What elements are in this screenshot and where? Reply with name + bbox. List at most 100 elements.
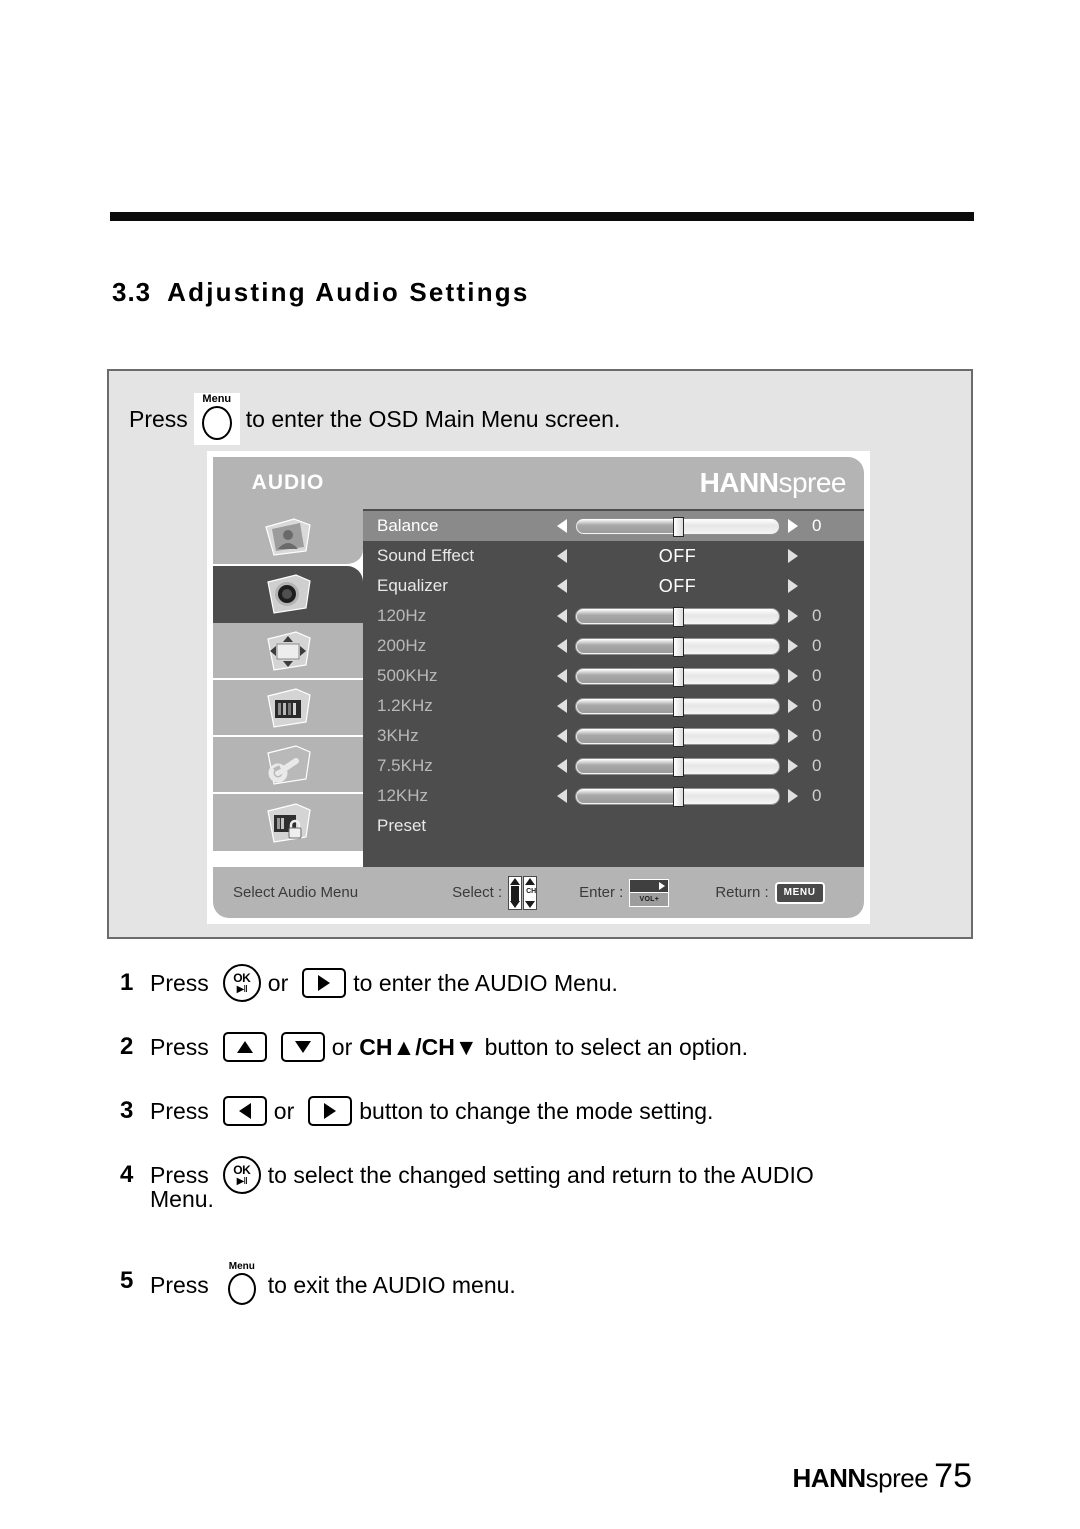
osd-slider[interactable] <box>575 666 780 687</box>
increase-arrow-icon[interactable] <box>788 699 798 713</box>
decrease-arrow-icon[interactable] <box>557 639 567 653</box>
increase-arrow-icon[interactable] <box>788 519 798 533</box>
osd-row-equalizer[interactable]: Equalizer OFF <box>363 571 864 601</box>
step-press-word: Press <box>150 1098 209 1124</box>
left-arrow-key-icon[interactable] <box>222 1096 267 1126</box>
slider-thumb[interactable] <box>672 666 684 687</box>
osd-row-500khz[interactable]: 500KHz 0 <box>363 661 864 691</box>
osd-row-value: 0 <box>812 516 822 535</box>
menu-button-icon[interactable]: Menu <box>193 393 240 445</box>
osd-row-value: 0 <box>812 786 822 805</box>
sidebar-item-position[interactable] <box>213 623 363 680</box>
right-arrow-key-icon[interactable] <box>308 1096 353 1126</box>
ok-key-icon[interactable]: OK ▶II <box>222 1156 261 1194</box>
up-arrow-key-icon[interactable] <box>222 1032 267 1062</box>
triangle-up-icon <box>510 877 521 885</box>
osd-slider[interactable] <box>575 636 780 657</box>
osd-row-label: 1.2KHz <box>377 696 433 715</box>
osd-row-sound-effect[interactable]: Sound Effect OFF <box>363 541 864 571</box>
osd-row-label: 7.5KHz <box>377 756 433 775</box>
right-arrow-key-icon[interactable] <box>302 968 347 998</box>
osd-row-7-5khz[interactable]: 7.5KHz 0 <box>363 751 864 781</box>
sidebar-item-audio[interactable] <box>213 566 363 623</box>
previous-option-arrow-icon[interactable] <box>557 549 567 563</box>
previous-option-arrow-icon[interactable] <box>557 579 567 593</box>
osd-row-120hz[interactable]: 120Hz 0 <box>363 601 864 631</box>
osd-slider[interactable] <box>575 696 780 717</box>
osd-slider[interactable] <box>575 786 780 807</box>
slider-thumb[interactable] <box>672 756 684 777</box>
decrease-arrow-icon[interactable] <box>557 519 567 533</box>
osd-row-3khz[interactable]: 3KHz 0 <box>363 721 864 751</box>
decrease-arrow-icon[interactable] <box>557 669 567 683</box>
sidebar-item-picture[interactable] <box>213 509 363 566</box>
step-press-word: Press <box>150 1034 209 1060</box>
sidebar-item-setup[interactable] <box>213 737 363 794</box>
step-number: 2 <box>120 1033 134 1060</box>
step-tail-text: to exit the AUDIO menu. <box>267 1272 516 1298</box>
osd-row-value: OFF <box>658 545 697 566</box>
osd-row-label: Preset <box>377 816 427 835</box>
slider-fill <box>577 609 679 623</box>
step-number: 1 <box>120 969 134 996</box>
step-press-word: Press <box>150 1272 209 1298</box>
decrease-arrow-icon[interactable] <box>557 789 567 803</box>
increase-arrow-icon[interactable] <box>788 729 798 743</box>
osd-slider[interactable] <box>575 726 780 747</box>
slider-thumb[interactable] <box>672 516 684 537</box>
ch-bar-fill <box>511 885 520 901</box>
decrease-arrow-icon[interactable] <box>557 699 567 713</box>
decrease-arrow-icon[interactable] <box>557 729 567 743</box>
sidebar-item-lock[interactable] <box>213 794 363 851</box>
slider-thumb[interactable] <box>672 726 684 747</box>
osd-row-1-2khz[interactable]: 1.2KHz 0 <box>363 691 864 721</box>
next-option-arrow-icon[interactable] <box>788 579 798 593</box>
decrease-arrow-icon[interactable] <box>557 609 567 623</box>
triangle-right-icon <box>324 1103 337 1119</box>
ch-bar-left <box>508 875 523 910</box>
osd-tab-label: AUDIO <box>251 471 325 494</box>
down-arrow-key-icon[interactable] <box>280 1032 325 1062</box>
menu-button-ring <box>227 1273 256 1305</box>
sidebar-item-screen[interactable] <box>213 680 363 737</box>
increase-arrow-icon[interactable] <box>788 639 798 653</box>
position-icon <box>267 630 311 671</box>
step-text: Press OK ▶II or to enter the AUDIO Menu. <box>150 963 625 1003</box>
step-1: 1 Press OK ▶II or to enter the AUDIO Men… <box>120 963 980 1003</box>
next-option-arrow-icon[interactable] <box>788 549 798 563</box>
slider-thumb[interactable] <box>672 636 684 657</box>
step-number: 4 <box>120 1161 134 1188</box>
triangle-up-icon <box>236 1041 253 1053</box>
step-tail-text: button to select an option. <box>484 1034 749 1060</box>
osd-tab-audio[interactable]: AUDIO <box>213 457 363 509</box>
section-number: 3.3 <box>112 277 152 307</box>
lock-icon <box>267 802 311 843</box>
increase-arrow-icon[interactable] <box>788 789 798 803</box>
increase-arrow-icon[interactable] <box>788 669 798 683</box>
menu-key-chip: MENU <box>774 881 825 904</box>
slider-thumb[interactable] <box>672 696 684 717</box>
osd-slider[interactable] <box>575 516 780 537</box>
menu-button-caption: Menu <box>202 393 232 405</box>
osd-slider[interactable] <box>575 756 780 777</box>
step-or-word: or <box>273 1098 295 1124</box>
osd-row-balance[interactable]: Balance 0 <box>363 511 864 541</box>
slider-thumb[interactable] <box>672 786 684 807</box>
osd-row-12khz[interactable]: 12KHz 0 <box>363 781 864 811</box>
increase-arrow-icon[interactable] <box>788 609 798 623</box>
osd-row-200hz[interactable]: 200Hz 0 <box>363 631 864 661</box>
menu-button-icon[interactable]: Menu <box>221 1261 262 1309</box>
decrease-arrow-icon[interactable] <box>557 759 567 773</box>
ch-updown-icon: CH <box>508 875 538 910</box>
osd-row-value: 0 <box>812 726 822 745</box>
osd-brand-light: spree <box>778 467 846 498</box>
increase-arrow-icon[interactable] <box>788 759 798 773</box>
triangle-down-icon <box>525 900 536 908</box>
osd-row-preset[interactable]: Preset <box>363 811 864 841</box>
ok-key-icon[interactable]: OK ▶II <box>222 964 261 1002</box>
slider-fill <box>577 639 679 653</box>
osd-slider[interactable] <box>575 606 780 627</box>
step-number: 3 <box>120 1097 134 1124</box>
step-press-word: Press <box>150 970 209 996</box>
slider-thumb[interactable] <box>672 606 684 627</box>
